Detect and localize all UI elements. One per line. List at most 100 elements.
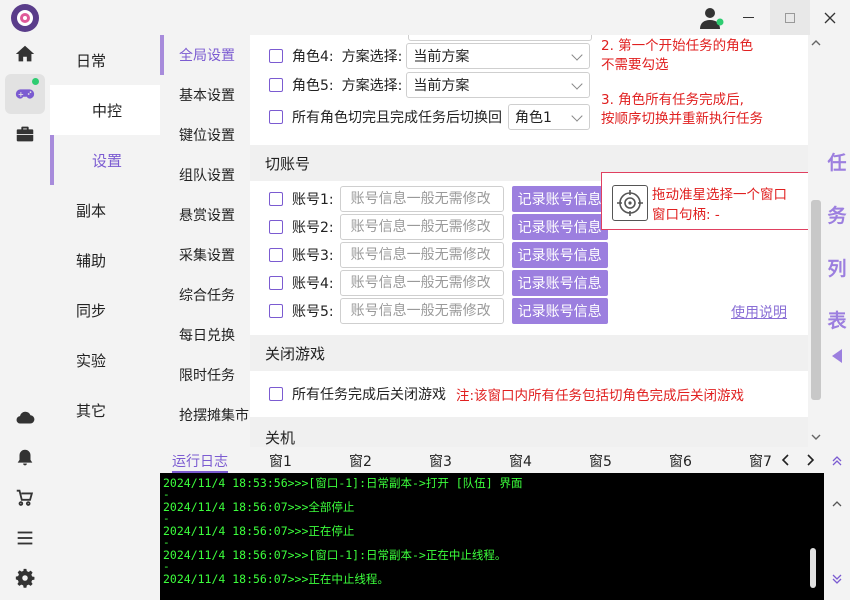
tab-window-1[interactable]: 窗1 bbox=[269, 448, 292, 473]
account3-checkbox[interactable] bbox=[269, 248, 283, 262]
tab-combined-tasks[interactable]: 综合任务 bbox=[160, 275, 250, 315]
switch-back-role-select[interactable]: 角色1 bbox=[508, 104, 590, 130]
account2-input[interactable] bbox=[339, 214, 504, 240]
tab-limited-tasks[interactable]: 限时任务 bbox=[160, 355, 250, 395]
cart-icon[interactable] bbox=[5, 478, 45, 518]
account2-checkbox[interactable] bbox=[269, 220, 283, 234]
account1-input[interactable] bbox=[339, 186, 504, 212]
gear-icon[interactable] bbox=[5, 558, 45, 598]
home-icon[interactable] bbox=[5, 34, 45, 74]
online-dot bbox=[32, 78, 39, 85]
account5-row: 账号5: 记录账号信息 bbox=[269, 298, 608, 324]
account3-row: 账号3: 记录账号信息 bbox=[269, 242, 608, 268]
role5-checkbox[interactable] bbox=[269, 78, 283, 92]
tab-keybind-settings[interactable]: 键位设置 bbox=[160, 115, 250, 155]
tab-window-4[interactable]: 窗4 bbox=[509, 448, 532, 473]
account2-row: 账号2: 记录账号信息 bbox=[269, 214, 608, 240]
chevron-down-icon bbox=[571, 78, 584, 90]
role4-row: 角色4: 方案选择: 当前方案 bbox=[269, 43, 591, 69]
cloud-icon[interactable] bbox=[5, 398, 45, 438]
role4-checkbox[interactable] bbox=[269, 49, 283, 63]
tab-global-settings[interactable]: 全局设置 bbox=[160, 35, 250, 75]
nav-sync[interactable]: 同步 bbox=[50, 285, 160, 335]
switch-back-row: 所有角色切完且完成任务后切换回 角色1 bbox=[269, 104, 590, 130]
note-first-role: 2. 第一个开始任务的角色 不需要勾选 bbox=[601, 38, 754, 73]
account4-row: 账号4: 记录账号信息 bbox=[269, 270, 608, 296]
role5-scheme-select[interactable]: 当前方案 bbox=[406, 72, 591, 98]
gamepad-icon[interactable] bbox=[5, 74, 45, 114]
menu-icon[interactable] bbox=[5, 518, 45, 558]
nav-other[interactable]: 其它 bbox=[50, 385, 160, 435]
record-account4-button[interactable]: 记录账号信息 bbox=[511, 270, 608, 296]
account3-input[interactable] bbox=[339, 242, 504, 268]
note-role-cycle: 3. 角色所有任务完成后, 按顺序切换并重新执行任务 bbox=[601, 92, 763, 127]
section-title-shutdown: 关机 bbox=[250, 419, 808, 447]
minimize-button[interactable] bbox=[728, 0, 768, 35]
account4-checkbox[interactable] bbox=[269, 276, 283, 290]
nav-settings[interactable]: 设置 bbox=[50, 135, 160, 185]
close-game-checkbox[interactable] bbox=[269, 387, 283, 401]
tab-run-log[interactable]: 运行日志 bbox=[172, 448, 228, 473]
record-account1-button[interactable]: 记录账号信息 bbox=[511, 186, 608, 212]
scrollbar-thumb[interactable] bbox=[811, 200, 821, 400]
role-section: 角色4: 方案选择: 当前方案 角色5: 方案选择: 当前方案 所有角色切完且完… bbox=[250, 35, 808, 145]
crosshair-icon[interactable] bbox=[612, 185, 648, 221]
nav-daily[interactable]: 日常 bbox=[50, 35, 160, 85]
tab-window-7[interactable]: 窗7 bbox=[749, 448, 772, 473]
account4-input[interactable] bbox=[339, 270, 504, 296]
nav-central-control[interactable]: 中控 bbox=[50, 85, 160, 135]
scroll-top-icon[interactable] bbox=[826, 493, 848, 515]
user-avatar-icon[interactable] bbox=[698, 5, 724, 31]
account1-row: 账号1: 记录账号信息 bbox=[269, 186, 608, 212]
settings-scrollbar[interactable] bbox=[808, 35, 824, 447]
window-finder: 拖动准星选择一个窗口 窗口句柄: - bbox=[601, 172, 813, 230]
close-button[interactable] bbox=[810, 0, 850, 35]
chevron-down-icon bbox=[571, 110, 583, 122]
tab-team-settings[interactable]: 组队设置 bbox=[160, 155, 250, 195]
tab-bounty-settings[interactable]: 悬赏设置 bbox=[160, 195, 250, 235]
log-console: 2024/11/4 18:53:56>>>[窗口-1]:日常副本->打开 [队伍… bbox=[160, 473, 824, 600]
switch-back-checkbox[interactable] bbox=[269, 110, 283, 124]
close-game-row: 所有任务完成后关闭游戏 注:该窗口内所有任务包括切角色完成后关闭游戏 bbox=[269, 381, 744, 407]
tab-window-6[interactable]: 窗6 bbox=[669, 448, 692, 473]
chevron-down-icon bbox=[571, 49, 584, 61]
finder-instructions: 拖动准星选择一个窗口 窗口句柄: - bbox=[652, 187, 787, 223]
nav-dungeon[interactable]: 副本 bbox=[50, 185, 160, 235]
record-account5-button[interactable]: 记录账号信息 bbox=[511, 298, 608, 324]
tab-daily-exchange[interactable]: 每日兑换 bbox=[160, 315, 250, 355]
tab-basic-settings[interactable]: 基本设置 bbox=[160, 75, 250, 115]
nav-assist[interactable]: 辅助 bbox=[50, 235, 160, 285]
role5-row: 角色5: 方案选择: 当前方案 bbox=[269, 72, 591, 98]
console-scrollbar[interactable] bbox=[810, 548, 816, 588]
section-title-close-game: 关闭游戏 bbox=[250, 335, 808, 371]
primary-nav: 日常 中控 设置 副本 辅助 同步 实验 其它 bbox=[50, 35, 160, 440]
account1-checkbox[interactable] bbox=[269, 192, 283, 206]
collapse-up-icon[interactable] bbox=[826, 450, 848, 472]
account5-input[interactable] bbox=[339, 298, 504, 324]
maximize-button[interactable] bbox=[770, 0, 810, 35]
tab-gather-settings[interactable]: 采集设置 bbox=[160, 235, 250, 275]
settings-panel: 角色4: 方案选择: 当前方案 角色5: 方案选择: 当前方案 所有角色切完且完… bbox=[250, 35, 808, 447]
tab-window-5[interactable]: 窗5 bbox=[589, 448, 612, 473]
role3-scheme-select[interactable] bbox=[408, 35, 592, 41]
record-account2-button[interactable]: 记录账号信息 bbox=[511, 214, 608, 240]
help-link[interactable]: 使用说明 bbox=[731, 302, 787, 322]
tab-window-2[interactable]: 窗2 bbox=[349, 448, 372, 473]
tab-prev-icon[interactable] bbox=[781, 454, 791, 466]
nav-experiment[interactable]: 实验 bbox=[50, 335, 160, 385]
role4-scheme-select[interactable]: 当前方案 bbox=[406, 43, 591, 69]
icon-rail bbox=[0, 0, 50, 600]
record-account3-button[interactable]: 记录账号信息 bbox=[511, 242, 608, 268]
tab-window-3[interactable]: 窗3 bbox=[429, 448, 452, 473]
tab-market-stall[interactable]: 抢摆摊集市 bbox=[160, 395, 250, 435]
scroll-up-icon[interactable] bbox=[811, 39, 821, 47]
app-logo bbox=[11, 4, 39, 32]
bell-icon[interactable] bbox=[5, 438, 45, 478]
close-game-section: 所有任务完成后关闭游戏 注:该窗口内所有任务包括切角色完成后关闭游戏 bbox=[250, 371, 808, 417]
account5-checkbox[interactable] bbox=[269, 304, 283, 318]
secondary-nav: 全局设置 基本设置 键位设置 组队设置 悬赏设置 采集设置 综合任务 每日兑换 … bbox=[160, 35, 250, 440]
briefcase-icon[interactable] bbox=[5, 114, 45, 154]
scroll-bottom-icon[interactable] bbox=[826, 568, 848, 590]
tab-next-icon[interactable] bbox=[805, 454, 815, 466]
scroll-down-icon[interactable] bbox=[811, 433, 821, 441]
